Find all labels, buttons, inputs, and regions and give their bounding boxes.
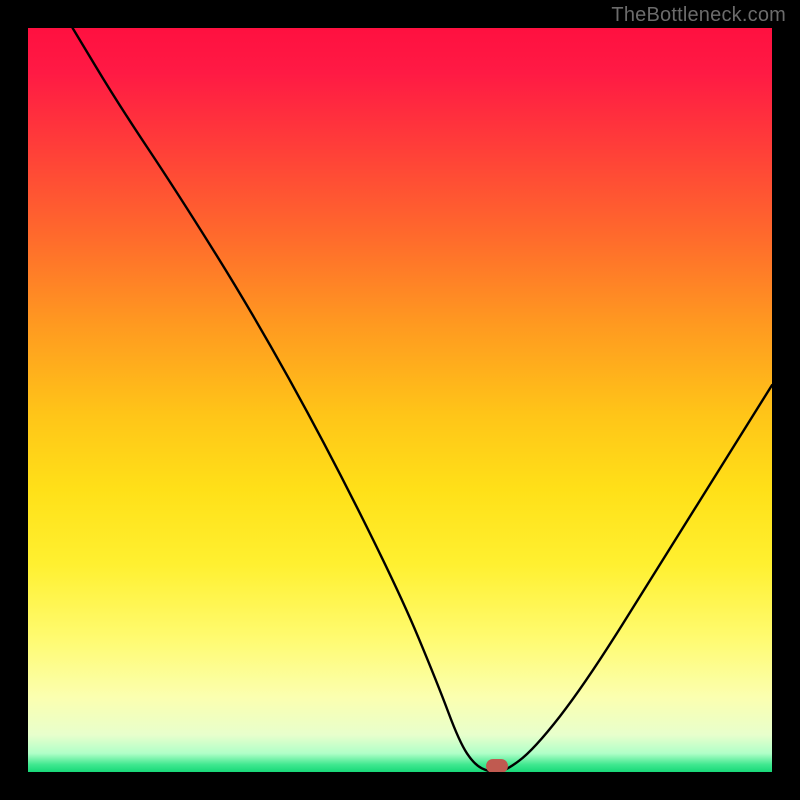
- plot-area: [28, 28, 772, 772]
- optimal-point-marker: [486, 759, 508, 772]
- chart-frame: TheBottleneck.com: [0, 0, 800, 800]
- watermark-text: TheBottleneck.com: [611, 4, 786, 27]
- bottleneck-curve: [28, 28, 772, 772]
